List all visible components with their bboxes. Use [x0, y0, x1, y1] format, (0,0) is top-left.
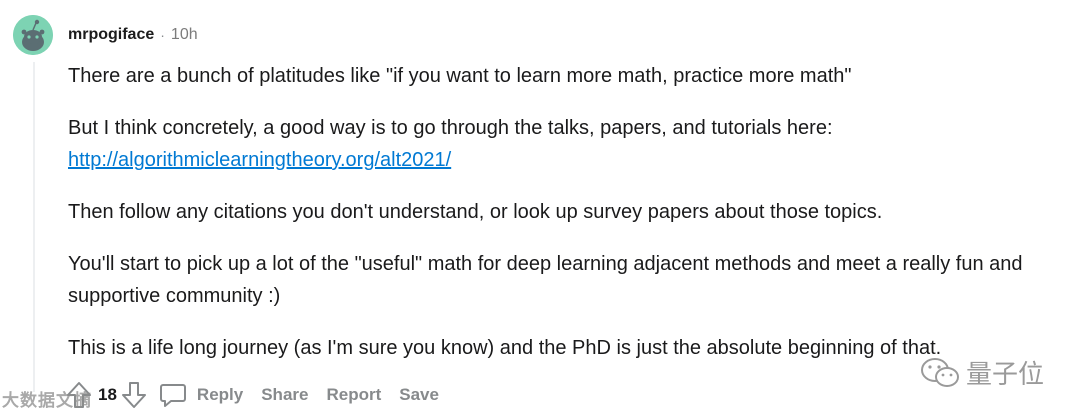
watermark-right: 量子位 [920, 354, 1044, 391]
comment-body: There are a bunch of platitudes like "if… [68, 60, 1058, 384]
user-avatar[interactable] [13, 15, 53, 55]
meta-separator: · [160, 27, 165, 43]
thread-line[interactable] [33, 62, 35, 392]
downvote-button[interactable] [121, 381, 147, 409]
comment-paragraph-text: But I think concretely, a good way is to… [68, 117, 833, 139]
reply-label: Reply [196, 385, 244, 404]
downvote-arrow-icon [121, 382, 146, 408]
share-button[interactable]: Share [261, 385, 308, 405]
comment-paragraph: You'll start to pick up a lot of the "us… [68, 253, 1023, 307]
comment-paragraph: This is a life long journey (as I'm sure… [68, 337, 942, 359]
comment-header: mrpogiface · 10h [68, 24, 198, 46]
vote-count: 18 [98, 385, 117, 404]
comment-page: mrpogiface · 10h There are a bunch of pl… [0, 0, 1080, 420]
comment-paragraph: There are a bunch of platitudes like "if… [68, 65, 852, 87]
comment-timestamp[interactable]: 10h [171, 26, 198, 44]
comment-paragraph: But I think concretely, a good way is to… [68, 112, 1058, 176]
speech-bubble-icon [159, 384, 186, 407]
wechat-icon [921, 357, 959, 387]
watermark-right-text: 量子位 [966, 359, 1045, 389]
report-button[interactable]: Report [326, 385, 381, 405]
save-button[interactable]: Save [399, 385, 439, 405]
external-link[interactable]: http://algorithmiclearningtheory.org/alt… [68, 149, 451, 171]
comment-paragraph: Then follow any citations you don't unde… [68, 201, 883, 223]
watermark-left: 大数据文摘 [2, 391, 92, 410]
comment-actions: 18 Reply Share Report Save [66, 378, 439, 412]
username-link[interactable]: mrpogiface [68, 26, 154, 44]
snoo-avatar-icon [13, 15, 53, 55]
reply-button[interactable]: Reply [159, 382, 243, 408]
